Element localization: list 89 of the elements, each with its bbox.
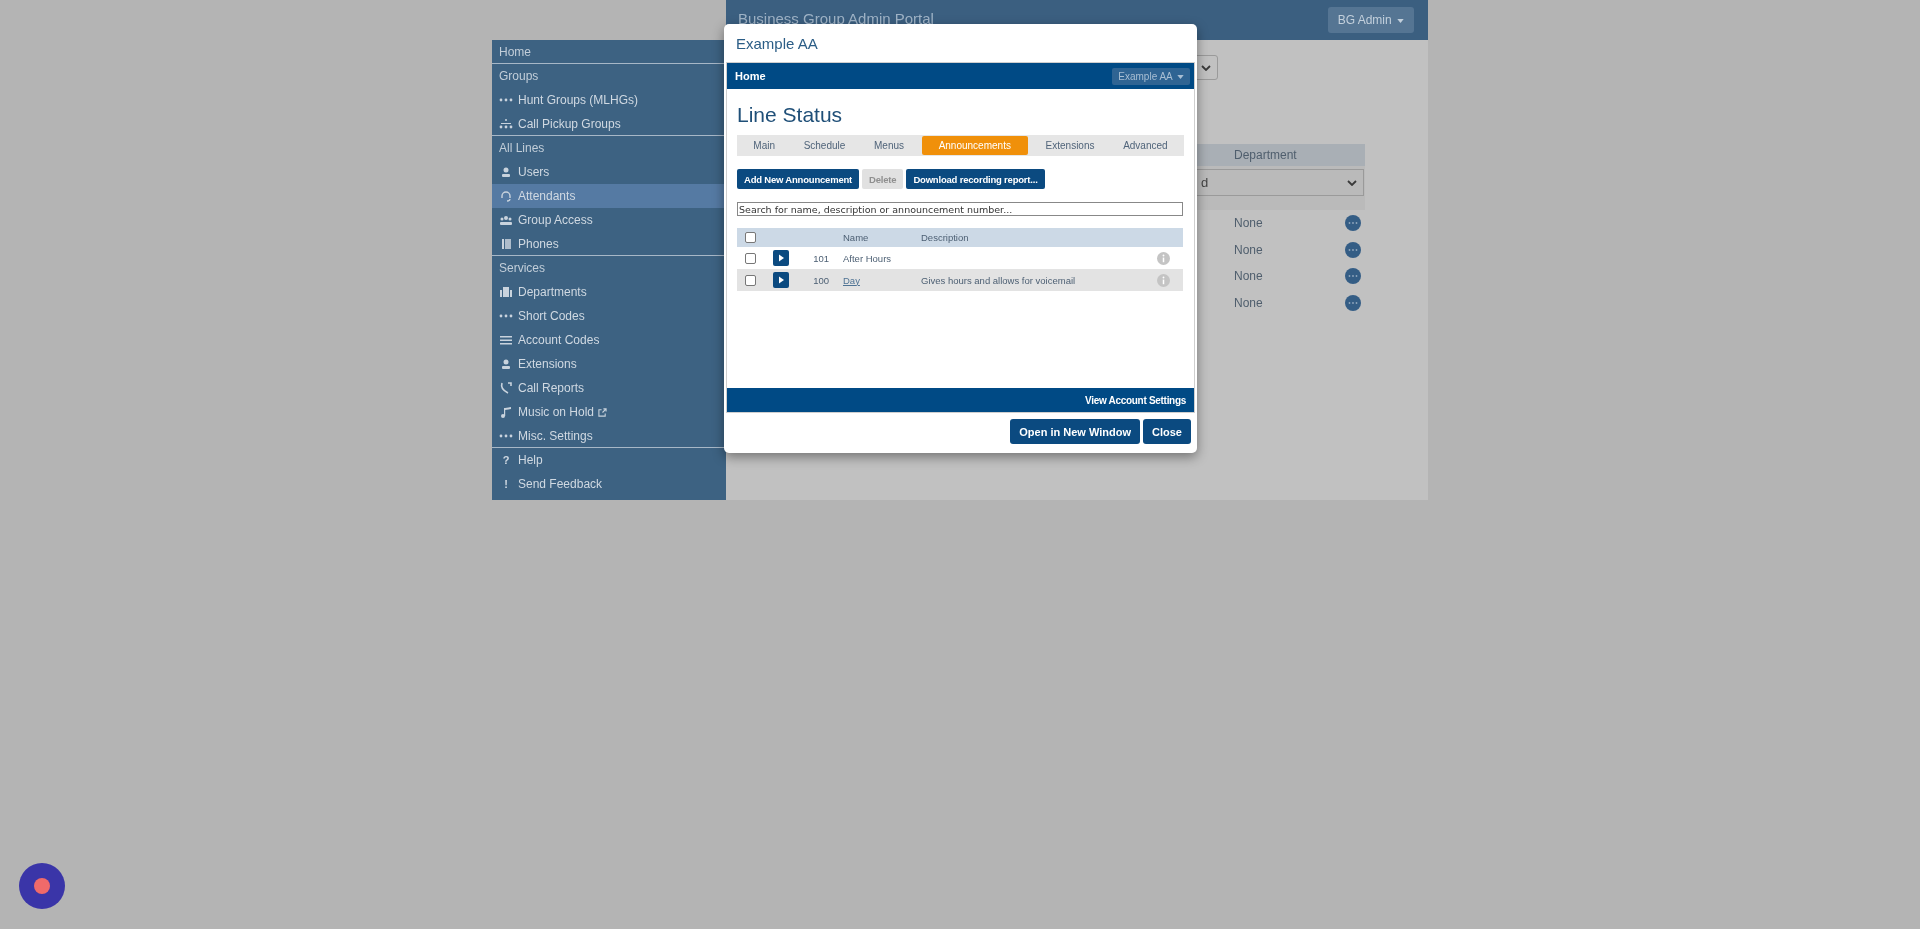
item-label: Phones: [518, 236, 559, 251]
item-label: Call Pickup Groups: [518, 116, 621, 131]
building-icon: [499, 286, 513, 298]
name-link[interactable]: Day: [843, 274, 860, 286]
more-icon[interactable]: [1345, 215, 1361, 232]
column-header: Description: [921, 232, 969, 243]
more-icon[interactable]: [1345, 294, 1361, 311]
caret-icon: [1177, 74, 1184, 79]
list-icon: [499, 334, 513, 346]
page-heading: Line Status: [737, 103, 844, 127]
sidebar-section[interactable]: All Lines: [492, 136, 726, 160]
home-link[interactable]: Home: [735, 70, 766, 82]
external-link-icon: [598, 407, 608, 417]
item-label: Send Feedback: [518, 477, 603, 491]
person-icon: [499, 358, 513, 370]
user-menu[interactable]: BG Admin: [1327, 7, 1414, 33]
table-cell-text: None: [1234, 295, 1264, 310]
headset-icon: [499, 190, 513, 202]
sidebar-item[interactable]: Extensions: [492, 352, 726, 376]
item-label: Hunt Groups (MLHGs): [518, 93, 639, 107]
tab[interactable]: Announcements: [921, 136, 1028, 155]
tab[interactable]: Schedule: [792, 136, 857, 155]
tree-icon: [499, 117, 513, 130]
sidebar-item[interactable]: Hunt Groups (MLHGs): [492, 88, 726, 112]
dialog-button[interactable]: Close: [1143, 419, 1191, 444]
row-checkbox[interactable]: [744, 252, 756, 264]
more-icon[interactable]: [1345, 268, 1361, 285]
item-label: Account Codes: [518, 333, 600, 347]
section-label: Groups: [499, 69, 539, 83]
filter-value: d: [1201, 175, 1209, 190]
note-icon: [499, 406, 513, 418]
table-cell-text: None: [1234, 269, 1264, 284]
more-icon[interactable]: [1345, 241, 1361, 258]
search-field[interactable]: Search for name, description or announcement number...: [737, 202, 1183, 216]
chevron-icon: [1347, 179, 1357, 186]
item-label: Users: [518, 165, 550, 179]
sidebar-section[interactable]: Services: [492, 256, 726, 280]
sidebar-item[interactable]: ! Send Feedback: [492, 472, 726, 496]
section-label: All Lines: [499, 141, 545, 155]
item-label: Help: [518, 453, 543, 467]
sidebar-item[interactable]: Music on Hold: [492, 400, 726, 424]
item-label: Call Reports: [518, 381, 585, 395]
tab[interactable]: Menus: [863, 136, 915, 155]
phone-icon: [499, 382, 513, 394]
tab[interactable]: Extensions: [1034, 136, 1106, 155]
item-label: Extensions: [518, 357, 577, 371]
chevron-icon: [1201, 64, 1211, 71]
sidebar-item[interactable]: Group Access: [492, 208, 726, 232]
account-settings-link[interactable]: View Account Settings: [1085, 394, 1186, 406]
play-icon[interactable]: [773, 272, 789, 288]
sidebar-item[interactable]: Call Reports: [492, 376, 726, 400]
tab[interactable]: Advanced: [1112, 136, 1179, 155]
column-header: Department: [1234, 148, 1297, 162]
table-cell: 101: [813, 252, 829, 264]
table-cell-text: None: [1234, 216, 1264, 231]
item-label: Misc. Settings: [518, 428, 593, 443]
sidebar-item[interactable]: Departments: [492, 280, 726, 304]
sidebar-item[interactable]: Users: [492, 160, 726, 184]
people-icon: [499, 214, 513, 226]
column-header: Name: [843, 232, 869, 243]
item-label: Departments: [518, 285, 587, 299]
section-label: Services: [499, 261, 545, 275]
sidebar-item[interactable]: ? Help: [492, 448, 726, 472]
tab[interactable]: Main: [742, 136, 786, 155]
caret-icon: [1397, 18, 1404, 23]
select-all-checkbox[interactable]: [744, 232, 756, 243]
item-label: Short Codes: [518, 309, 585, 323]
sidebar-item[interactable]: Account Codes: [492, 328, 726, 352]
table-cell-text: None: [1234, 242, 1264, 257]
section-label: Home: [499, 44, 531, 59]
item-label: Music on Hold: [518, 405, 595, 419]
dialog-title: Example AA: [735, 33, 819, 54]
action-button[interactable]: Add New Announcement: [737, 169, 860, 189]
table-cell: Gives hours and allows for voicemail: [921, 274, 1076, 286]
item-label: Attendants: [518, 189, 576, 203]
play-icon[interactable]: [773, 250, 789, 266]
chat-widget-icon[interactable]: [19, 863, 65, 909]
item-label: Group Access: [518, 213, 593, 227]
sidebar-item[interactable]: Attendants: [492, 184, 726, 208]
sidebar-item[interactable]: Short Codes: [492, 304, 726, 328]
action-button[interactable]: Download recording report...: [906, 169, 1045, 189]
row-checkbox[interactable]: [744, 274, 756, 286]
portal-title: Business Group Admin Portal: [738, 10, 934, 27]
table-cell: After Hours: [843, 252, 892, 264]
table-cell: 100: [813, 274, 829, 286]
person-icon: [499, 166, 513, 178]
sidebar-section[interactable]: Groups: [492, 64, 726, 88]
line-menu[interactable]: Example AA: [1112, 67, 1190, 85]
dialog-button[interactable]: Open in New Window: [1010, 419, 1141, 444]
